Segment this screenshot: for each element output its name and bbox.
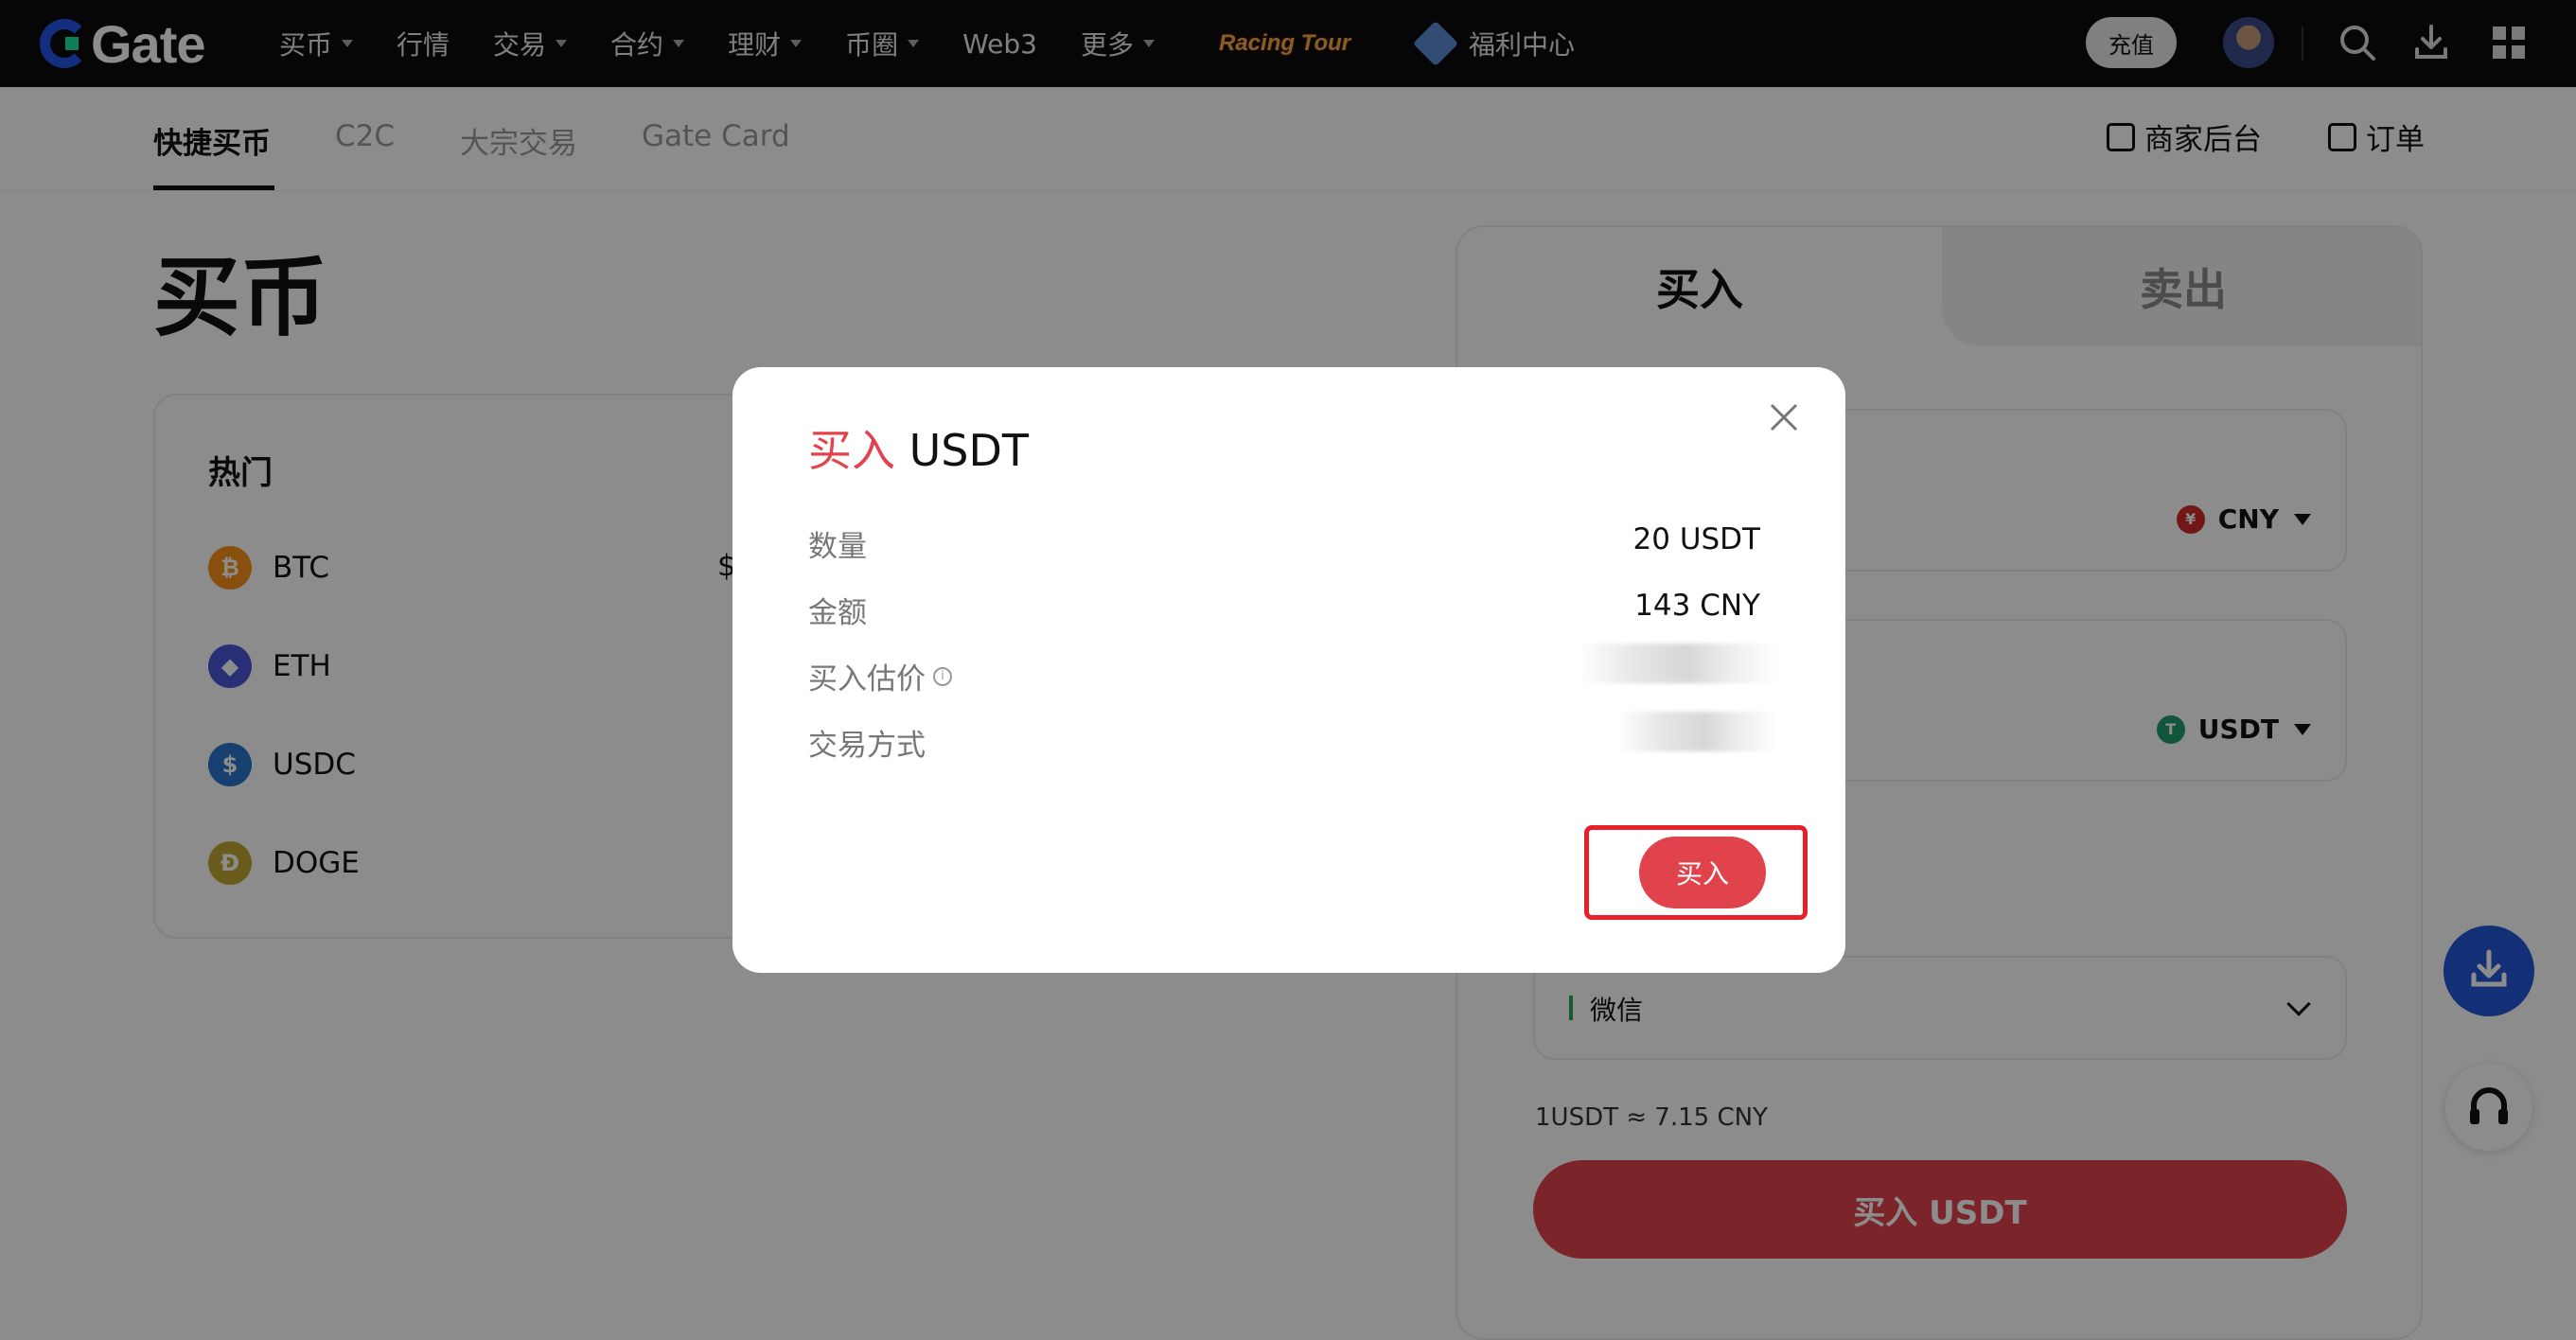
page-root: Gate 买币 行情 交易 合约 理财 币圈 Web3 更多 Racing Tour 福利中心… [0, 0, 2576, 1340]
buy-confirm-modal: 买入 USDT 数量 20 USDT 金额 143 CNY 买入估价 i 交易方… [732, 367, 1845, 973]
close-icon[interactable] [1762, 396, 1806, 439]
amount-label: 金额 [808, 596, 867, 630]
amount-value: 143 CNY [1634, 589, 1760, 623]
info-icon[interactable]: i [933, 666, 952, 686]
modal-title: 买入 USDT [808, 416, 1029, 479]
quantity-value: 20 USDT [1632, 522, 1760, 556]
trade-method-value-redacted [1616, 712, 1777, 751]
estimated-price-row-label: 买入估价 i [808, 655, 952, 697]
estimated-price-value-redacted [1579, 644, 1777, 683]
trade-method-label: 交易方式 [808, 729, 926, 763]
modal-title-action: 买入 [808, 425, 895, 476]
confirm-buy-button[interactable]: 买入 [1639, 837, 1766, 908]
modal-title-asset: USDT [909, 425, 1030, 476]
quantity-label: 数量 [808, 530, 867, 564]
estimated-price-label: 买入估价 [808, 662, 926, 696]
